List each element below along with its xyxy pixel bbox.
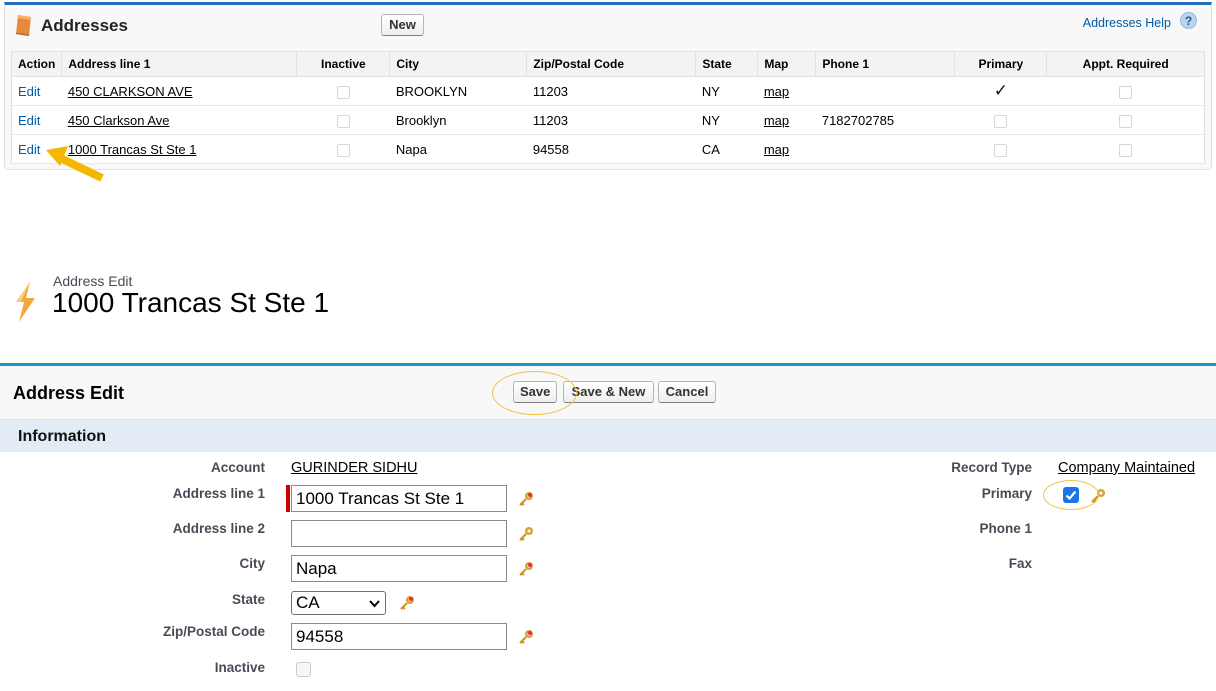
key-icon[interactable]	[518, 526, 534, 542]
chevron-down-icon	[369, 600, 380, 608]
column-header: Map	[757, 51, 817, 77]
column-header[interactable]: State	[695, 51, 759, 77]
column-header[interactable]: Inactive	[296, 51, 391, 77]
key-icon[interactable]	[399, 595, 415, 611]
edit-row-link[interactable]: Edit	[18, 113, 40, 128]
save-highlight-annotation	[492, 371, 577, 415]
account-label: Account	[211, 460, 265, 475]
table-row: Edit 450 CLARKSON AVE BROOKLYN 11203 NY …	[11, 76, 1205, 106]
city-cell: Napa	[389, 134, 527, 164]
inactive-checkbox[interactable]	[296, 662, 311, 677]
account-link[interactable]: GURINDER SIDHU	[291, 460, 417, 476]
arrow-annotation-icon	[46, 146, 104, 182]
address-link[interactable]: 450 Clarkson Ave	[68, 113, 170, 128]
phone-cell	[815, 76, 955, 106]
map-link[interactable]: map	[764, 84, 789, 99]
edit-row-link[interactable]: Edit	[18, 84, 40, 99]
state-select-value: CA	[296, 593, 320, 612]
information-section-header: Information	[0, 419, 1216, 452]
zip-input[interactable]: 94558	[291, 623, 507, 650]
inactive-checkbox	[336, 143, 350, 157]
addresses-related-list: Addresses New Addresses Help ? Action Ad…	[4, 2, 1212, 170]
edit-row-link[interactable]: Edit	[18, 142, 40, 157]
address-line-1-label: Address line 1	[172, 486, 265, 501]
column-header[interactable]: Zip/Postal Code	[526, 51, 697, 77]
map-link[interactable]: map	[764, 142, 789, 157]
zip-cell: 11203	[526, 76, 696, 106]
new-address-button[interactable]: New	[381, 14, 424, 36]
primary-checkbox	[994, 114, 1008, 128]
phone-cell: 7182702785	[815, 105, 955, 135]
related-list-title: Addresses	[41, 16, 128, 35]
phone-1-label: Phone 1	[979, 521, 1032, 536]
city-label: City	[239, 556, 265, 571]
city-cell: Brooklyn	[389, 105, 527, 135]
state-select[interactable]: CA	[291, 591, 386, 615]
column-header: Action	[11, 51, 63, 77]
address-edit-block: Address Edit Save Save & New Cancel Info…	[0, 363, 1216, 691]
table-header-row: Action Address line 1 Inactive City Zip/…	[11, 51, 1205, 77]
addresses-book-icon	[16, 15, 31, 36]
fax-label: Fax	[1008, 556, 1032, 571]
appt-required-checkbox	[1118, 143, 1132, 157]
column-header[interactable]: Address line 1	[61, 51, 298, 77]
record-type-link[interactable]: Company Maintained	[1058, 460, 1195, 476]
appt-required-checkbox	[1118, 114, 1132, 128]
help-icon[interactable]: ?	[1180, 12, 1197, 29]
key-icon[interactable]	[518, 629, 534, 645]
key-icon[interactable]	[518, 491, 534, 507]
lightning-address-icon	[16, 282, 35, 322]
zip-cell: 94558	[526, 134, 696, 164]
inactive-checkbox	[336, 114, 350, 128]
checkmark-icon: ✓	[993, 81, 1008, 100]
map-link[interactable]: map	[764, 113, 789, 128]
zip-label: Zip/Postal Code	[162, 624, 265, 639]
primary-highlight-annotation	[1043, 480, 1099, 510]
address-link[interactable]: 450 CLARKSON AVE	[68, 84, 193, 99]
inactive-checkbox	[336, 85, 350, 99]
zip-cell: 11203	[526, 105, 696, 135]
address-line-2-input[interactable]	[291, 520, 507, 547]
city-input[interactable]: Napa	[291, 555, 507, 582]
inactive-label: Inactive	[214, 660, 265, 675]
phone-cell	[815, 134, 955, 164]
address-line-2-label: Address line 2	[172, 521, 265, 536]
primary-checkbox	[994, 143, 1008, 157]
column-header[interactable]: Appt. Required	[1046, 51, 1205, 77]
address-line-1-input[interactable]: 1000 Trancas St Ste 1	[291, 485, 507, 512]
addresses-table: Action Address line 1 Inactive City Zip/…	[11, 51, 1205, 164]
record-type-label: Record Type	[951, 460, 1032, 475]
information-form: Account GURINDER SIDHU Address line 1 10…	[0, 452, 1216, 691]
required-indicator	[286, 485, 290, 512]
state-label: State	[231, 592, 265, 607]
page-title: 1000 Trancas St Ste 1	[52, 287, 330, 318]
cancel-button[interactable]: Cancel	[658, 381, 716, 403]
appt-required-checkbox	[1118, 85, 1132, 99]
table-row: Edit 450 Clarkson Ave Brooklyn 11203 NY …	[11, 105, 1205, 135]
state-cell: NY	[695, 76, 758, 106]
column-header[interactable]: Phone 1	[815, 51, 956, 77]
column-header[interactable]: Primary	[954, 51, 1048, 77]
addresses-help-link[interactable]: Addresses Help	[1083, 16, 1171, 30]
state-cell: NY	[695, 105, 758, 135]
key-icon[interactable]	[518, 561, 534, 577]
column-header[interactable]: City	[389, 51, 528, 77]
state-cell: CA	[695, 134, 758, 164]
table-row: Edit 1000 Trancas St Ste 1 Napa 94558 CA…	[11, 134, 1205, 164]
edit-block-title: Address Edit	[13, 383, 125, 403]
primary-label: Primary	[981, 486, 1032, 501]
section-title: Information	[18, 428, 106, 445]
city-cell: BROOKLYN	[389, 76, 527, 106]
